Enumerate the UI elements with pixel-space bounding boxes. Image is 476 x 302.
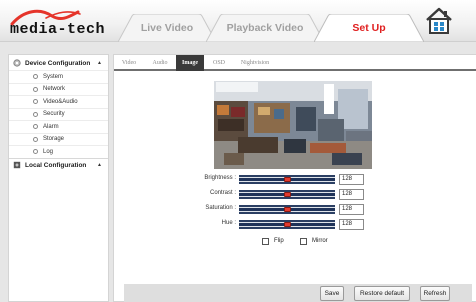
sidebar-group-label: Device Configuration: [25, 59, 91, 67]
brightness-value-field[interactable]: 128: [339, 174, 364, 185]
slider-thumb[interactable]: [283, 177, 291, 182]
sidebar-item-label: Security: [43, 111, 65, 118]
tab-set-up[interactable]: Set Up: [314, 14, 424, 42]
sidebar-item-video-audio[interactable]: Video&Audio: [9, 95, 108, 108]
subtab-osd[interactable]: OSD: [208, 55, 230, 71]
live-preview-image: [214, 81, 372, 169]
sidebar-item-alarm[interactable]: Alarm: [9, 120, 108, 133]
top-tabbar: Live Video Playback Video Set Up: [118, 14, 466, 42]
brightness-row: Brightness : 128: [114, 174, 476, 186]
collapse-caret-icon[interactable]: ▲: [97, 60, 102, 66]
bullet-icon: [33, 136, 38, 142]
sidebar-item-storage[interactable]: Storage: [9, 132, 108, 146]
hue-value-field[interactable]: 128: [339, 219, 364, 230]
restore-default-button[interactable]: Restore default: [354, 286, 410, 301]
contrast-value-field[interactable]: 128: [339, 189, 364, 200]
bullet-icon: [33, 99, 38, 105]
device-config-icon: [13, 59, 21, 67]
subtab-audio[interactable]: Audio: [148, 55, 172, 71]
tab-set-up-label: Set Up: [352, 22, 386, 34]
tab-live-video[interactable]: Live Video: [118, 14, 216, 42]
sidebar-item-system[interactable]: System: [9, 70, 108, 83]
main-panel: Video Audio Image OSD Nightvision Bright…: [113, 54, 476, 302]
sidebar: Device Configuration ▲ System Network Vi…: [8, 54, 109, 302]
sidebar-item-label: System: [43, 73, 64, 80]
saturation-row: Saturation : 128: [114, 204, 476, 216]
bullet-icon: [33, 111, 38, 117]
sidebar-item-label: Log: [43, 148, 54, 155]
brand-name: media-tech: [10, 21, 106, 38]
contrast-slider[interactable]: [239, 190, 335, 199]
collapse-caret-icon[interactable]: ▲: [97, 162, 102, 168]
hue-row: Hue : 128: [114, 219, 476, 231]
brightness-slider[interactable]: [239, 175, 335, 184]
orientation-options: Flip Mirror: [114, 237, 476, 247]
brightness-label: Brightness :: [204, 175, 236, 181]
contrast-row: Contrast : 128: [114, 189, 476, 201]
bullet-icon: [33, 124, 38, 130]
sidebar-item-label: Alarm: [43, 123, 59, 130]
slider-thumb[interactable]: [283, 222, 291, 227]
settings-subtabs: Video Audio Image OSD Nightvision: [114, 55, 476, 71]
sidebar-group-device-configuration[interactable]: Device Configuration ▲: [9, 56, 108, 70]
subtab-image[interactable]: Image: [176, 55, 204, 71]
bullet-icon: [33, 74, 38, 80]
sidebar-group-label: Local Configuration: [25, 161, 87, 169]
sidebar-item-label: Video&Audio: [43, 98, 78, 105]
hue-slider[interactable]: [239, 220, 335, 229]
refresh-button[interactable]: Refresh: [420, 286, 450, 301]
flip-label: Flip: [274, 238, 284, 244]
mirror-checkbox[interactable]: [300, 238, 307, 245]
flip-checkbox[interactable]: [262, 238, 269, 245]
sidebar-item-label: Storage: [43, 136, 65, 143]
slider-thumb[interactable]: [283, 207, 291, 212]
sidebar-group-local-configuration[interactable]: Local Configuration ▲: [9, 157, 108, 172]
saturation-slider[interactable]: [239, 205, 335, 214]
saturation-value-field[interactable]: 128: [339, 204, 364, 215]
sidebar-item-label: Network: [43, 86, 66, 93]
contrast-label: Contrast :: [209, 190, 236, 196]
top-header: media-tech Live Video Playback Video Set…: [0, 0, 476, 42]
action-bar: Save Restore default Refresh: [124, 284, 472, 302]
local-config-icon: [13, 161, 21, 169]
mirror-label: Mirror: [312, 238, 328, 244]
tab-playback-video[interactable]: Playback Video: [206, 14, 324, 42]
saturation-label: Saturation :: [205, 205, 236, 211]
tab-playback-video-label: Playback Video: [226, 22, 304, 34]
subtab-video[interactable]: Video: [118, 55, 140, 71]
sidebar-item-network[interactable]: Network: [9, 82, 108, 96]
bullet-icon: [33, 86, 38, 92]
sidebar-item-security[interactable]: Security: [9, 107, 108, 121]
home-icon[interactable]: [424, 6, 454, 36]
save-button[interactable]: Save: [320, 286, 344, 301]
subtab-nightvision[interactable]: Nightvision: [235, 55, 275, 71]
bullet-icon: [33, 149, 38, 155]
app-root: media-tech Live Video Playback Video Set…: [0, 0, 476, 302]
slider-thumb[interactable]: [283, 192, 291, 197]
hue-label: Hue :: [221, 220, 236, 226]
tab-live-video-label: Live Video: [140, 22, 194, 34]
sidebar-item-log[interactable]: Log: [9, 145, 108, 158]
brand-logo: media-tech: [6, 6, 106, 40]
